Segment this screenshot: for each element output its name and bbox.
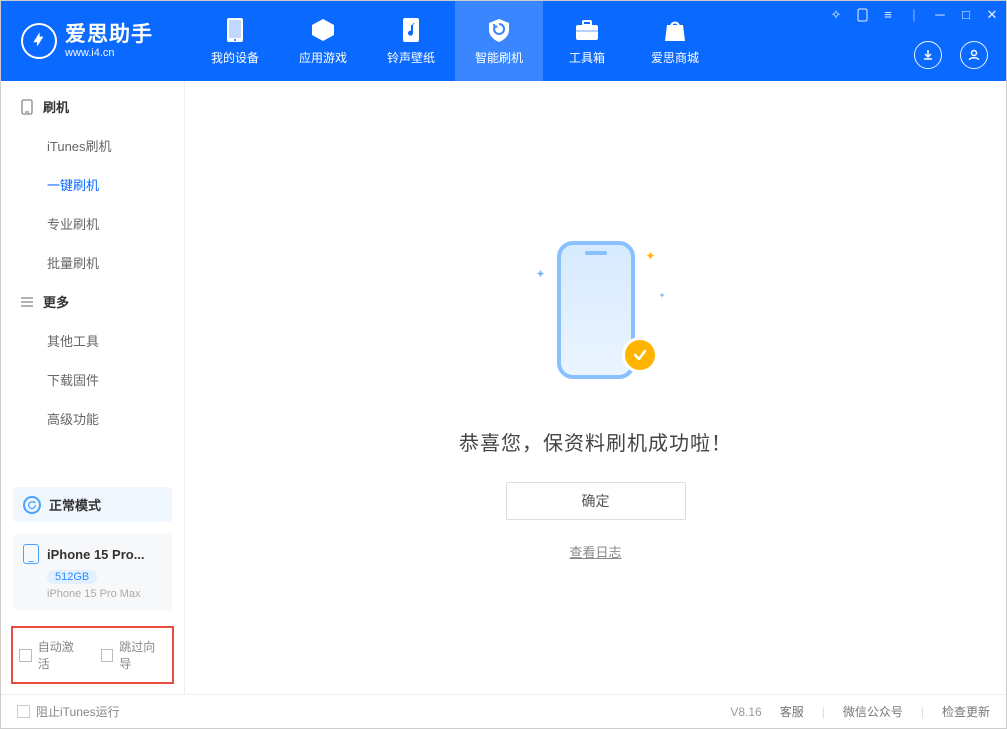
briefcase-icon xyxy=(574,17,600,43)
sparkle-icon: ✦ xyxy=(659,291,666,300)
sidebar-item-pro-flash[interactable]: 专业刷机 xyxy=(1,204,184,243)
storage-badge: 512GB xyxy=(47,570,97,584)
shield-refresh-icon xyxy=(486,17,512,43)
menu-lines-icon xyxy=(19,294,35,310)
cube-icon xyxy=(310,17,336,43)
minimize-button[interactable]: － xyxy=(932,5,948,24)
sparkle-icon: ✦ xyxy=(536,267,546,281)
device-phone-icon xyxy=(23,544,39,564)
nav-toolbox[interactable]: 工具箱 xyxy=(543,1,631,81)
download-button[interactable] xyxy=(914,41,942,69)
app-subtitle: www.i4.cn xyxy=(65,47,153,59)
wc-phone-icon[interactable] xyxy=(854,8,870,22)
device-name: iPhone 15 Pro... xyxy=(47,547,145,562)
nav-flash[interactable]: 智能刷机 xyxy=(455,1,543,81)
sparkle-icon: ✦ xyxy=(645,249,655,263)
success-check-icon xyxy=(622,337,658,373)
support-link[interactable]: 客服 xyxy=(780,703,804,720)
maximize-button[interactable]: □ xyxy=(958,7,974,22)
nav-ringtones[interactable]: 铃声壁纸 xyxy=(367,1,455,81)
sidebar-item-download-firmware[interactable]: 下载固件 xyxy=(1,360,184,399)
logo-icon xyxy=(21,23,57,59)
app-header: 爱思助手 www.i4.cn 我的设备 应用游戏 铃声壁纸 智能刷机 xyxy=(1,1,1006,81)
sidebar-item-oneclick-flash[interactable]: 一键刷机 xyxy=(1,165,184,204)
phone-outline-icon xyxy=(19,99,35,115)
success-message: 恭喜您，保资料刷机成功啦！ xyxy=(459,427,732,456)
skip-wizard-checkbox[interactable]: 跳过向导 xyxy=(101,638,167,672)
nav-store[interactable]: 爱思商城 xyxy=(631,1,719,81)
window-controls: ✧ ≡ | － □ ✕ xyxy=(828,5,1000,24)
footer: 阻止iTunes运行 V8.16 客服 | 微信公众号 | 检查更新 xyxy=(1,694,1006,728)
nav-my-device[interactable]: 我的设备 xyxy=(191,1,279,81)
sidebar-item-batch-flash[interactable]: 批量刷机 xyxy=(1,243,184,282)
bag-icon xyxy=(662,17,688,43)
sidebar: 刷机 iTunes刷机 一键刷机 专业刷机 批量刷机 更多 其他工具 下载固件 … xyxy=(1,81,185,694)
sidebar-section-flash[interactable]: 刷机 xyxy=(1,87,184,126)
wc-menu-icon[interactable]: ≡ xyxy=(880,7,896,22)
account-button[interactable] xyxy=(960,41,988,69)
version-label: V8.16 xyxy=(730,705,761,719)
app-logo: 爱思助手 www.i4.cn xyxy=(1,23,191,59)
app-title: 爱思助手 xyxy=(65,23,153,46)
sidebar-item-itunes-flash[interactable]: iTunes刷机 xyxy=(1,126,184,165)
main-content: ✦ ✦ ✦ 恭喜您，保资料刷机成功啦！ 确定 查看日志 xyxy=(185,81,1006,694)
update-link[interactable]: 检查更新 xyxy=(942,703,990,720)
success-illustration: ✦ ✦ ✦ xyxy=(516,231,676,401)
auto-activate-checkbox[interactable]: 自动激活 xyxy=(19,638,85,672)
ok-button[interactable]: 确定 xyxy=(506,482,686,520)
sidebar-section-more[interactable]: 更多 xyxy=(1,282,184,321)
view-log-link[interactable]: 查看日志 xyxy=(569,542,621,561)
music-icon xyxy=(398,17,424,43)
phone-icon xyxy=(222,17,248,43)
sidebar-item-advanced[interactable]: 高级功能 xyxy=(1,399,184,438)
wc-sep: | xyxy=(906,7,922,22)
close-button[interactable]: ✕ xyxy=(984,7,1000,23)
flash-options-highlight: 自动激活 跳过向导 xyxy=(11,626,174,684)
device-info[interactable]: iPhone 15 Pro... 512GB iPhone 15 Pro Max xyxy=(13,534,172,610)
sidebar-item-other-tools[interactable]: 其他工具 xyxy=(1,321,184,360)
wechat-link[interactable]: 微信公众号 xyxy=(843,703,903,720)
nav-apps[interactable]: 应用游戏 xyxy=(279,1,367,81)
refresh-status-icon xyxy=(23,496,41,514)
device-status[interactable]: 正常模式 xyxy=(13,487,172,522)
block-itunes-checkbox[interactable]: 阻止iTunes运行 xyxy=(17,703,120,720)
device-model: iPhone 15 Pro Max xyxy=(47,588,162,600)
top-nav: 我的设备 应用游戏 铃声壁纸 智能刷机 工具箱 爱思商城 xyxy=(191,1,719,81)
wc-icon1[interactable]: ✧ xyxy=(828,7,844,23)
